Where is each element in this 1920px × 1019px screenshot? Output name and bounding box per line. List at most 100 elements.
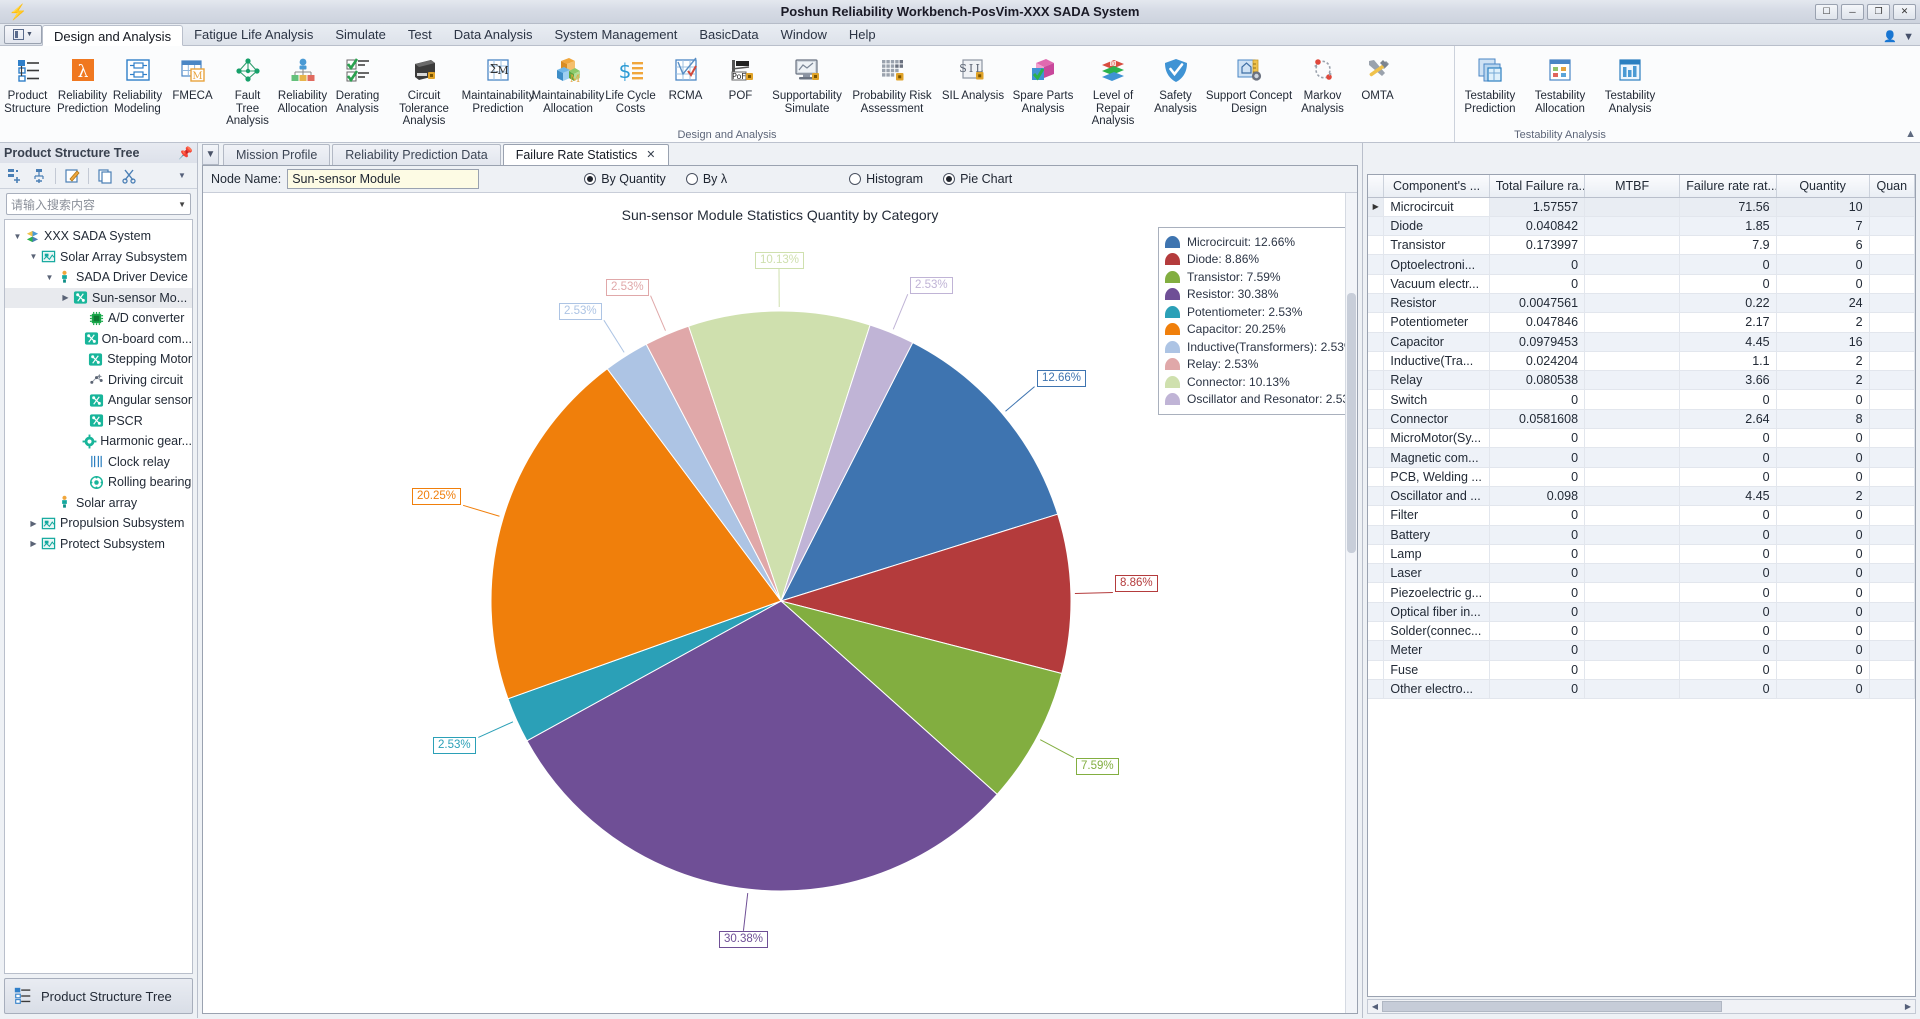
menu-right-controls[interactable]: 👤 ▼ bbox=[1883, 30, 1914, 43]
cut-icon[interactable] bbox=[118, 166, 140, 186]
tree-item[interactable]: On-board com... bbox=[5, 329, 192, 350]
add-node-icon[interactable] bbox=[4, 166, 26, 186]
tree-item[interactable]: Rolling bearing bbox=[5, 472, 192, 493]
ribbon-button-level-of-repair-analysis[interactable]: D Level of Repair Analysis bbox=[1078, 49, 1148, 128]
tree-item[interactable]: Angular sensor bbox=[5, 390, 192, 411]
chevron-right-icon[interactable]: ▶ bbox=[59, 293, 72, 302]
table-row[interactable]: Transistor0.1739977.96 bbox=[1368, 236, 1915, 255]
ribbon-button-reliability-prediction[interactable]: λ Reliability Prediction bbox=[55, 49, 110, 115]
tree-item[interactable]: Stepping Motor bbox=[5, 349, 192, 370]
restore-button[interactable]: ❐ bbox=[1867, 4, 1890, 20]
chevron-down-icon[interactable]: ▼ bbox=[11, 232, 24, 241]
table-row[interactable]: Solder(connec...000 bbox=[1368, 622, 1915, 641]
legend-item[interactable]: Resistor: 30.38% bbox=[1165, 286, 1357, 304]
table-row[interactable]: Other electro...000 bbox=[1368, 679, 1915, 698]
table-row[interactable]: ▶Microcircuit1.5755771.5610 bbox=[1368, 197, 1915, 216]
chart-type-radios[interactable]: Histogram Pie Chart bbox=[849, 172, 1026, 186]
quick-access-button[interactable]: ▼ bbox=[4, 25, 42, 44]
legend-item[interactable]: Transistor: 7.59% bbox=[1165, 268, 1357, 286]
collapse-ribbon-icon[interactable]: ▲ bbox=[1905, 128, 1916, 140]
tab-failure-rate-statistics[interactable]: Failure Rate Statistics ✕ bbox=[503, 144, 669, 165]
product-tree[interactable]: ▼XXX SADA System▼Solar Array Subsystem▼S… bbox=[4, 219, 193, 974]
pie-chart-container[interactable]: Sun-sensor Module Statistics Quantity by… bbox=[203, 193, 1357, 1013]
radio-pie-chart[interactable]: Pie Chart bbox=[943, 172, 1012, 186]
radio-indicator[interactable] bbox=[943, 173, 955, 185]
ribbon-button-life-cycle-costs[interactable]: $ Life Cycle Costs bbox=[603, 49, 658, 115]
table-row[interactable]: Diode0.0408421.857 bbox=[1368, 216, 1915, 235]
table-row[interactable]: Lamp000 bbox=[1368, 544, 1915, 563]
table-row[interactable]: Magnetic com...000 bbox=[1368, 448, 1915, 467]
column-header-quantity[interactable]: Quantity bbox=[1776, 175, 1869, 197]
table-body[interactable]: ▶Microcircuit1.5755771.5610Diode0.040842… bbox=[1368, 197, 1915, 699]
ribbon-button-supportability-simulate[interactable]: Supportability Simulate bbox=[768, 49, 846, 115]
ribbon-button-testability-prediction[interactable]: Testability Prediction bbox=[1455, 49, 1525, 115]
tab-reliability-prediction-data[interactable]: Reliability Prediction Data bbox=[332, 144, 500, 165]
pin-icon[interactable]: 📌 bbox=[178, 146, 193, 160]
tree-item[interactable]: A/D converter bbox=[5, 308, 192, 329]
ribbon-button-pof[interactable]: PoF POF bbox=[713, 49, 768, 103]
legend-item[interactable]: Inductive(Transformers): 2.53% bbox=[1165, 338, 1357, 356]
table-row[interactable]: Capacitor0.09794534.4516 bbox=[1368, 332, 1915, 351]
copy-icon[interactable] bbox=[94, 166, 116, 186]
table-row[interactable]: Inductive(Tra...0.0242041.12 bbox=[1368, 351, 1915, 370]
product-structure-tree-button[interactable]: Product Structure Tree bbox=[4, 978, 193, 1014]
legend-item[interactable]: Microcircuit: 12.66% bbox=[1165, 233, 1357, 251]
ribbon-button-probability-risk-assessment[interactable]: Probability Risk Assessment bbox=[846, 49, 938, 115]
radio-histogram[interactable]: Histogram bbox=[849, 172, 923, 186]
chart-legend[interactable]: Microcircuit: 12.66%Diode: 8.86%Transist… bbox=[1158, 227, 1357, 415]
legend-item[interactable]: Connector: 10.13% bbox=[1165, 373, 1357, 391]
ribbon-button-reliability-allocation[interactable]: Reliability Allocation bbox=[275, 49, 330, 115]
tree-toolbar[interactable]: ▼ bbox=[0, 163, 197, 189]
table-row[interactable]: Fuse000 bbox=[1368, 660, 1915, 679]
node-name-input[interactable]: Sun-sensor Module bbox=[287, 169, 479, 189]
tree-item[interactable]: ▶Protect Subsystem bbox=[5, 534, 192, 555]
table-row[interactable]: Resistor0.00475610.2224 bbox=[1368, 293, 1915, 312]
tree-item[interactable]: ▶Sun-sensor Mo... bbox=[5, 288, 192, 309]
ribbon-button-support-concept-design[interactable]: Support Concept Design bbox=[1203, 49, 1295, 115]
radio-indicator[interactable] bbox=[686, 173, 698, 185]
scrollbar-track[interactable] bbox=[1382, 1001, 1901, 1012]
column-header-quantity-ratio[interactable]: Quan bbox=[1869, 175, 1914, 197]
minimize-to-tray-button[interactable]: ☐ bbox=[1815, 4, 1838, 20]
radio-by-lambda[interactable]: By λ bbox=[686, 172, 727, 186]
edit-icon[interactable] bbox=[61, 166, 83, 186]
tab-mission-profile[interactable]: Mission Profile bbox=[223, 144, 330, 165]
menu-item-data-analysis[interactable]: Data Analysis bbox=[443, 24, 544, 45]
close-button[interactable]: ✕ bbox=[1893, 4, 1916, 20]
tree-item[interactable]: ▼XXX SADA System bbox=[5, 226, 192, 247]
chevron-right-icon[interactable]: ▶ bbox=[27, 519, 40, 528]
search-input[interactable]: 请输入搜索内容 ▼ bbox=[6, 193, 191, 215]
menu-item-window[interactable]: Window bbox=[770, 24, 838, 45]
radio-indicator[interactable] bbox=[849, 173, 861, 185]
ribbon-button-testability-analysis[interactable]: Testability Analysis bbox=[1595, 49, 1665, 115]
table-row[interactable]: Oscillator and ...0.0984.452 bbox=[1368, 486, 1915, 505]
ribbon-button-reliability-modeling[interactable]: Reliability Modeling bbox=[110, 49, 165, 115]
ribbon-button-markov-analysis[interactable]: Markov Analysis bbox=[1295, 49, 1350, 115]
ribbon-button-sil-analysis[interactable]: S I L SIL Analysis bbox=[938, 49, 1008, 103]
ribbon-button-fault-tree-analysis[interactable]: Fault Tree Analysis bbox=[220, 49, 275, 128]
ribbon-button-omta[interactable]: OMTA bbox=[1350, 49, 1405, 103]
legend-item[interactable]: Relay: 2.53% bbox=[1165, 356, 1357, 374]
add-sibling-icon[interactable] bbox=[28, 166, 50, 186]
ribbon-button-testability-allocation[interactable]: Testability Allocation bbox=[1525, 49, 1595, 115]
table-row[interactable]: Relay0.0805383.662 bbox=[1368, 371, 1915, 390]
menu-item-fatigue-life-analysis[interactable]: Fatigue Life Analysis bbox=[183, 24, 324, 45]
ribbon-button-fmeca[interactable]: M FMECA bbox=[165, 49, 220, 103]
tree-item[interactable]: Harmonic gear... bbox=[5, 431, 192, 452]
failure-rate-table[interactable]: Component's ... Total Failure ra... MTBF… bbox=[1368, 175, 1915, 699]
tree-item[interactable]: ▼SADA Driver Device bbox=[5, 267, 192, 288]
unpin-panel-button[interactable]: ▼ bbox=[202, 144, 219, 165]
table-row[interactable]: Switch000 bbox=[1368, 390, 1915, 409]
menu-item-help[interactable]: Help bbox=[838, 24, 887, 45]
table-row[interactable]: Connector0.05816082.648 bbox=[1368, 409, 1915, 428]
document-tab-strip[interactable]: ▼ Mission Profile Reliability Prediction… bbox=[198, 143, 1362, 165]
ribbon-button-product-structure[interactable]: Product Structure bbox=[0, 49, 55, 115]
column-header-total-failure-rate[interactable]: Total Failure ra... bbox=[1489, 175, 1584, 197]
ribbon-button-safety-analysis[interactable]: Safety Analysis bbox=[1148, 49, 1203, 115]
table-row[interactable]: Potentiometer0.0478462.172 bbox=[1368, 313, 1915, 332]
table-row[interactable]: Optoelectroni...000 bbox=[1368, 255, 1915, 274]
table-row[interactable]: Optical fiber in...000 bbox=[1368, 602, 1915, 621]
column-header-component[interactable]: Component's ... bbox=[1384, 175, 1489, 197]
menu-item-simulate[interactable]: Simulate bbox=[324, 24, 397, 45]
table-row[interactable]: Laser000 bbox=[1368, 564, 1915, 583]
